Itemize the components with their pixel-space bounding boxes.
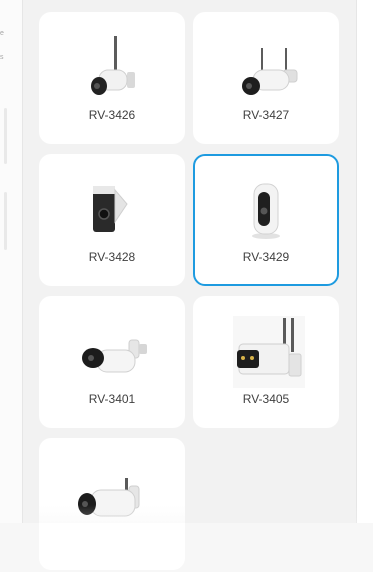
device-model-label: RV-3429 xyxy=(242,250,290,264)
device-card-rv-3426[interactable]: RV-3426 xyxy=(39,12,185,144)
indoor-camera-icon xyxy=(252,183,280,239)
device-model-label: RV-3428 xyxy=(88,250,136,264)
sidebar-scroll-indicator xyxy=(4,108,7,164)
device-model-label: RV-3427 xyxy=(242,108,290,122)
device-card-rv-3401[interactable]: RV-3401 xyxy=(39,296,185,428)
device-card-rv-3405[interactable]: RV-3405 xyxy=(193,296,339,428)
sidebar-scroll-indicator xyxy=(4,192,7,250)
device-card-rv-3427[interactable]: RV-3427 xyxy=(193,12,339,144)
left-sidebar-edge: e s xyxy=(0,0,23,523)
device-model-label: RV-3405 xyxy=(242,392,290,406)
sidebar-text-fragment: s xyxy=(0,54,4,61)
device-model-panel: RV-3426 RV-3427 RV-3428 RV-3429 RV-3401 … xyxy=(23,0,357,570)
battery-camera-icon xyxy=(93,186,128,232)
right-edge xyxy=(356,0,373,523)
dual-antenna-camera-icon xyxy=(233,316,305,388)
device-card[interactable] xyxy=(39,438,185,570)
sidebar-text-fragment: e xyxy=(0,30,4,37)
device-model-label: RV-3426 xyxy=(88,108,136,122)
device-card-rv-3428[interactable]: RV-3428 xyxy=(39,154,185,286)
device-model-label: RV-3401 xyxy=(88,392,136,406)
bullet-camera-icon xyxy=(242,48,298,95)
device-card-rv-3429[interactable]: RV-3429 xyxy=(193,154,339,286)
panel-bottom-fade xyxy=(23,505,357,523)
bullet-camera-icon xyxy=(91,36,135,95)
bullet-camera-icon xyxy=(82,339,147,373)
